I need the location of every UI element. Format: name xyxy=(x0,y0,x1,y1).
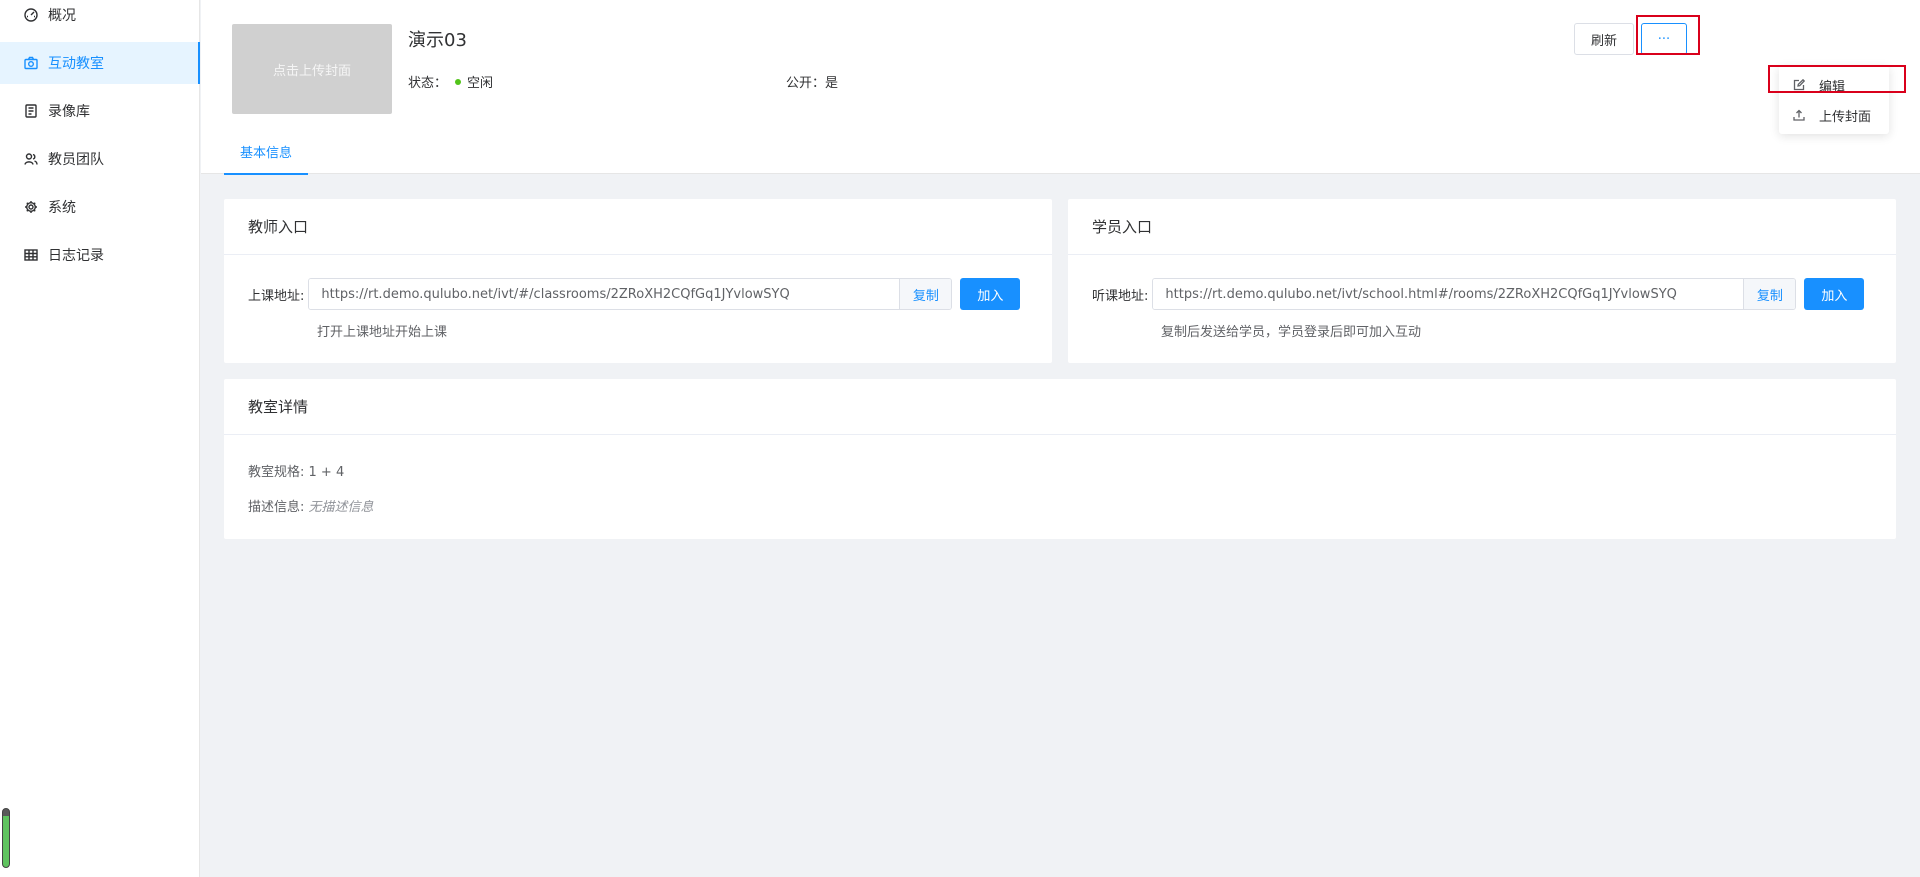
sidebar-item-interactive-classroom[interactable]: 互动教室 xyxy=(0,42,200,84)
teacher-url-input[interactable] xyxy=(309,279,900,309)
edit-icon xyxy=(1793,79,1805,91)
dropdown-item-upload-cover[interactable]: 上传封面 xyxy=(1779,100,1889,130)
public-value: 是 xyxy=(825,76,839,91)
sidebar-item-system[interactable]: 系统 xyxy=(0,186,199,228)
public-field: 公开：是 xyxy=(786,72,838,91)
teacher-entry-title: 教师入口 xyxy=(224,199,1052,255)
sidebar-item-label: 系统 xyxy=(48,200,76,216)
sidebar-scrollbar-thumb[interactable] xyxy=(2,808,10,868)
dashboard-icon xyxy=(24,8,38,22)
classroom-details-card: 教室详情 教室规格: 1 + 4 描述信息: 无描述信息 xyxy=(224,379,1896,539)
book-icon xyxy=(24,104,38,118)
status-value: 空闲 xyxy=(467,76,494,91)
sidebar-item-logs[interactable]: 日志记录 xyxy=(0,234,199,276)
classroom-spec-row: 教室规格: 1 + 4 xyxy=(248,461,344,480)
student-url-input[interactable] xyxy=(1153,279,1744,309)
student-entry-card: 学员入口 听课地址: 复制 加入 复制后发送给学员，学员登录后即可加入互动 xyxy=(1068,199,1896,363)
student-url-label: 听课地址: xyxy=(1092,288,1149,304)
desc-label: 描述信息: xyxy=(248,500,305,515)
teacher-entry-card: 教师入口 上课地址: 复制 加入 打开上课地址开始上课 xyxy=(224,199,1052,363)
desc-value: 无描述信息 xyxy=(308,500,374,515)
upload-icon xyxy=(1793,109,1805,121)
dropdown-item-edit[interactable]: 编辑 xyxy=(1779,70,1889,100)
student-copy-button[interactable]: 复制 xyxy=(1743,279,1796,309)
sidebar-item-label: 教员团队 xyxy=(48,152,104,168)
table-icon xyxy=(24,248,38,262)
sidebar-item-label: 录像库 xyxy=(48,104,90,120)
sidebar-item-video-library[interactable]: 录像库 xyxy=(0,90,199,132)
sidebar-item-overview[interactable]: 概况 xyxy=(0,0,199,36)
sidebar-item-label: 概况 xyxy=(48,8,76,24)
classroom-title: 演示03 xyxy=(408,30,467,51)
student-entry-title: 学员入口 xyxy=(1068,199,1896,255)
upload-cover-placeholder[interactable]: 点击上传封面 xyxy=(232,24,392,114)
student-hint: 复制后发送给学员，学员登录后即可加入互动 xyxy=(1161,325,1422,340)
more-actions-button[interactable]: ··· xyxy=(1641,23,1687,55)
sidebar-item-label: 日志记录 xyxy=(48,248,104,264)
users-icon xyxy=(24,152,38,166)
dropdown-item-label: 编辑 xyxy=(1819,79,1846,95)
sidebar: 概况 互动教室 录像库 教员团队 系统 日志记录 xyxy=(0,0,200,877)
app-root: 概况 互动教室 录像库 教员团队 系统 日志记录 点击上传封面 演示03 状态：… xyxy=(0,0,1920,877)
gear-icon xyxy=(24,200,38,214)
student-join-button[interactable]: 加入 xyxy=(1804,278,1865,310)
spec-label: 教室规格: xyxy=(248,465,305,480)
classroom-desc-row: 描述信息: 无描述信息 xyxy=(248,496,374,515)
spec-value: 1 + 4 xyxy=(308,465,345,480)
tab-basic-info[interactable]: 基本信息 xyxy=(224,143,309,175)
status-field: 状态： 空闲 xyxy=(408,72,493,91)
status-dot-icon xyxy=(455,78,462,85)
teacher-copy-button[interactable]: 复制 xyxy=(899,279,952,309)
public-label: 公开： xyxy=(786,76,826,91)
sidebar-item-label: 互动教室 xyxy=(48,56,104,72)
student-url-group: 复制 xyxy=(1152,278,1797,310)
tab-bar: 基本信息 xyxy=(224,142,309,175)
teacher-url-row: 上课地址: 复制 加入 xyxy=(248,278,1021,310)
teacher-hint: 打开上课地址开始上课 xyxy=(317,325,448,340)
classroom-details-title: 教室详情 xyxy=(224,379,1896,435)
sidebar-nav: 概况 互动教室 录像库 教员团队 系统 日志记录 xyxy=(0,0,200,276)
camera-icon xyxy=(24,56,38,70)
refresh-button[interactable]: 刷新 xyxy=(1574,23,1634,55)
cover-text: 点击上传封面 xyxy=(272,63,351,79)
teacher-url-group: 复制 xyxy=(308,278,953,310)
teacher-join-button[interactable]: 加入 xyxy=(960,278,1021,310)
status-label: 状态： xyxy=(408,76,448,91)
student-url-row: 听课地址: 复制 加入 xyxy=(1092,278,1865,310)
more-actions-dropdown: 编辑 上传封面 xyxy=(1779,66,1889,134)
dropdown-item-label: 上传封面 xyxy=(1819,109,1872,125)
sidebar-item-teacher-team[interactable]: 教员团队 xyxy=(0,138,199,180)
teacher-url-label: 上课地址: xyxy=(248,288,305,304)
